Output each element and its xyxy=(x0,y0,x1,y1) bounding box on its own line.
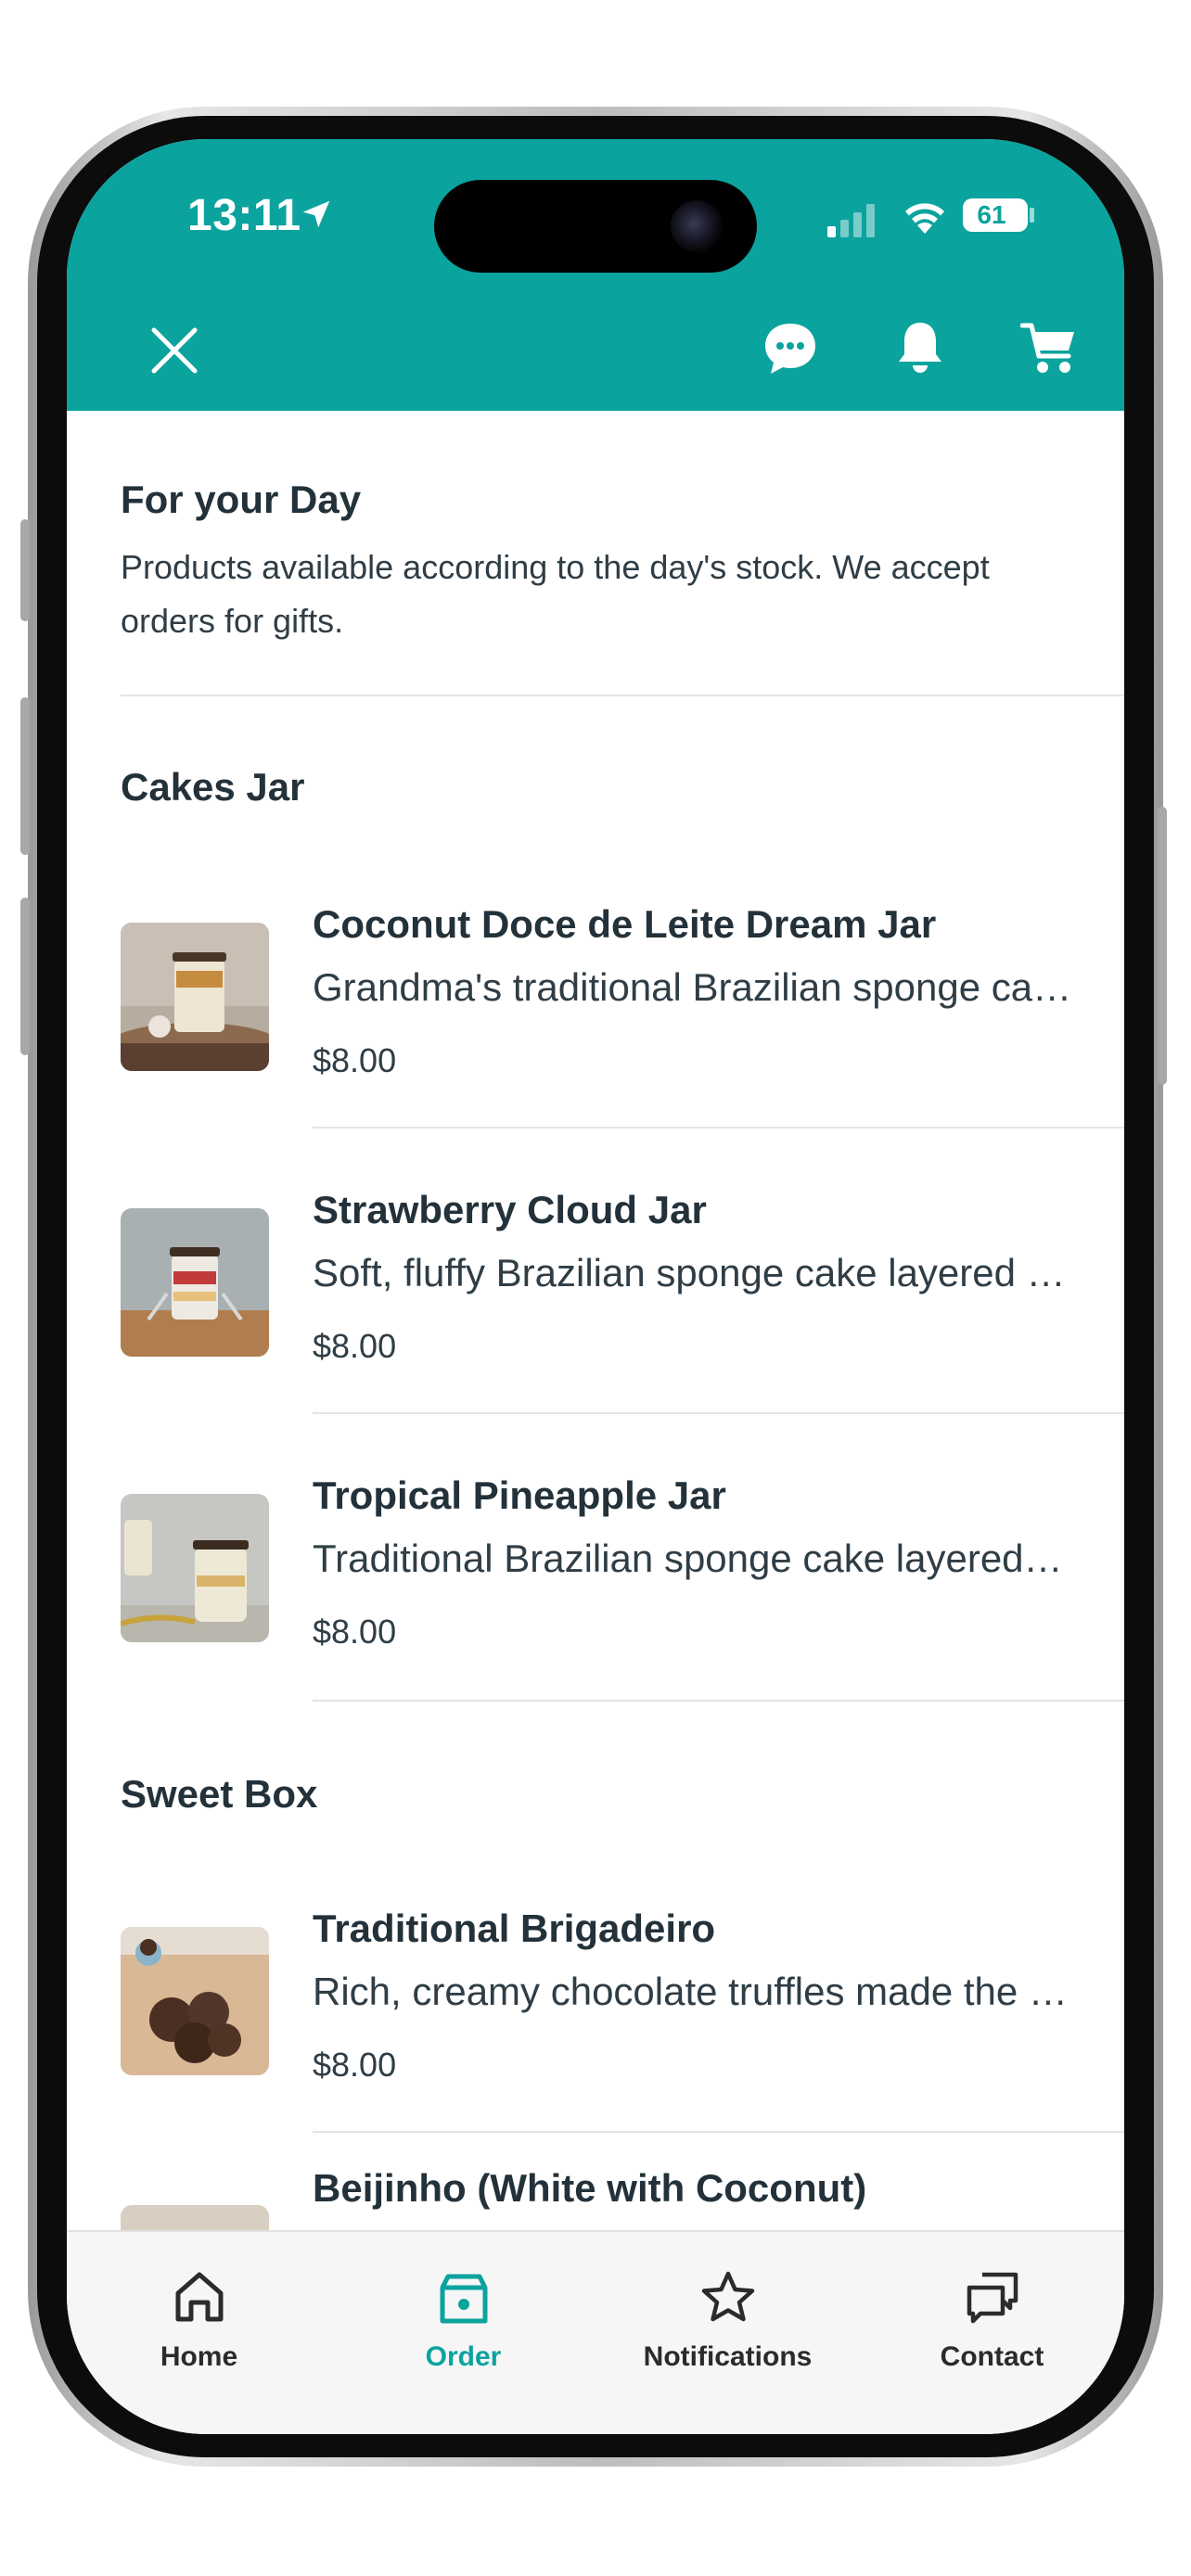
tab-order[interactable]: Order xyxy=(331,2232,596,2380)
product-name: Tropical Pineapple Jar xyxy=(313,1473,726,1517)
tab-label: Notifications xyxy=(643,2341,813,2372)
product-list[interactable]: For your Day Products available accordin… xyxy=(67,411,1124,2230)
product-item[interactable]: Coconut Doce de Leite Dream Jar Grandma'… xyxy=(67,902,1124,1201)
product-thumbnail xyxy=(121,1927,269,2075)
product-description: Soft, fluffy Brazilian sponge cake layer… xyxy=(313,1251,1073,1294)
tab-label: Order xyxy=(425,2341,502,2372)
cellular-signal-icon xyxy=(827,204,875,237)
product-thumbnail xyxy=(121,1208,269,1357)
bell-icon[interactable] xyxy=(895,319,945,376)
battery-level: 61 xyxy=(977,200,1006,229)
camera-lens xyxy=(671,200,723,252)
location-arrow-icon xyxy=(302,200,330,228)
section-title-sweet-box: Sweet Box xyxy=(121,1772,318,1816)
wifi-icon xyxy=(905,203,944,234)
product-description: Traditional Brazilian sponge cake layere… xyxy=(313,1537,1073,1580)
divider xyxy=(313,1127,1124,1129)
chat-bubbles-icon xyxy=(967,2272,1018,2324)
product-name: Strawberry Cloud Jar xyxy=(313,1188,707,1231)
phone-screen: 13:11 61 For your Day Products available… xyxy=(67,139,1124,2434)
tab-label: Home xyxy=(160,2341,238,2372)
divider xyxy=(313,1700,1124,1702)
tab-label: Contact xyxy=(940,2341,1044,2372)
product-item[interactable]: Tropical Pineapple Jar Traditional Brazi… xyxy=(67,1473,1124,1772)
volume-down-button xyxy=(20,898,30,1055)
tab-notifications[interactable]: Notifications xyxy=(596,2232,860,2380)
cart-icon[interactable] xyxy=(1020,321,1078,376)
power-button xyxy=(1158,807,1167,1085)
product-price: $8.00 xyxy=(313,1327,397,1365)
tab-contact[interactable]: Contact xyxy=(860,2232,1124,2380)
product-name: Coconut Doce de Leite Dream Jar xyxy=(313,902,937,946)
close-icon[interactable] xyxy=(148,325,200,376)
chat-bubble-icon[interactable] xyxy=(762,321,818,376)
bottom-tab-bar: Home Order Notifications Contact xyxy=(67,2230,1124,2434)
battery-cap xyxy=(1030,208,1034,223)
volume-up-button xyxy=(20,697,30,855)
divider xyxy=(313,1412,1124,1414)
divider xyxy=(313,2131,1124,2133)
product-item[interactable]: Traditional Brigadeiro Rich, creamy choc… xyxy=(67,1906,1124,2205)
product-name[interactable]: Beijinho (White with Coconut) xyxy=(313,2166,866,2211)
dynamic-island xyxy=(434,180,757,273)
product-description: Grandma's traditional Brazilian sponge c… xyxy=(313,965,1073,1009)
app-header: 13:11 61 xyxy=(67,139,1124,411)
product-thumbnail xyxy=(121,923,269,1071)
product-thumbnail xyxy=(121,2205,269,2230)
status-time: 13:11 xyxy=(187,191,301,240)
product-item[interactable]: Strawberry Cloud Jar Soft, fluffy Brazil… xyxy=(67,1188,1124,1486)
product-thumbnail xyxy=(121,1494,269,1642)
intro-title: For your Day xyxy=(121,478,362,521)
product-price: $8.00 xyxy=(313,2046,397,2084)
product-name: Traditional Brigadeiro xyxy=(313,1906,716,1950)
product-price: $8.00 xyxy=(313,1041,397,1079)
divider xyxy=(121,695,1124,696)
home-icon xyxy=(175,2272,224,2322)
intro-description: Products available according to the day'… xyxy=(121,548,990,640)
battery-icon: 61 xyxy=(963,198,1028,232)
tab-home[interactable]: Home xyxy=(67,2232,331,2380)
product-price: $8.00 xyxy=(313,1613,397,1651)
section-title-cakes-jar: Cakes Jar xyxy=(121,765,305,809)
action-button xyxy=(20,519,30,621)
order-bag-icon xyxy=(440,2274,488,2324)
star-icon xyxy=(701,2271,755,2322)
product-description: Rich, creamy chocolate truffles made the… xyxy=(313,1970,1073,2013)
